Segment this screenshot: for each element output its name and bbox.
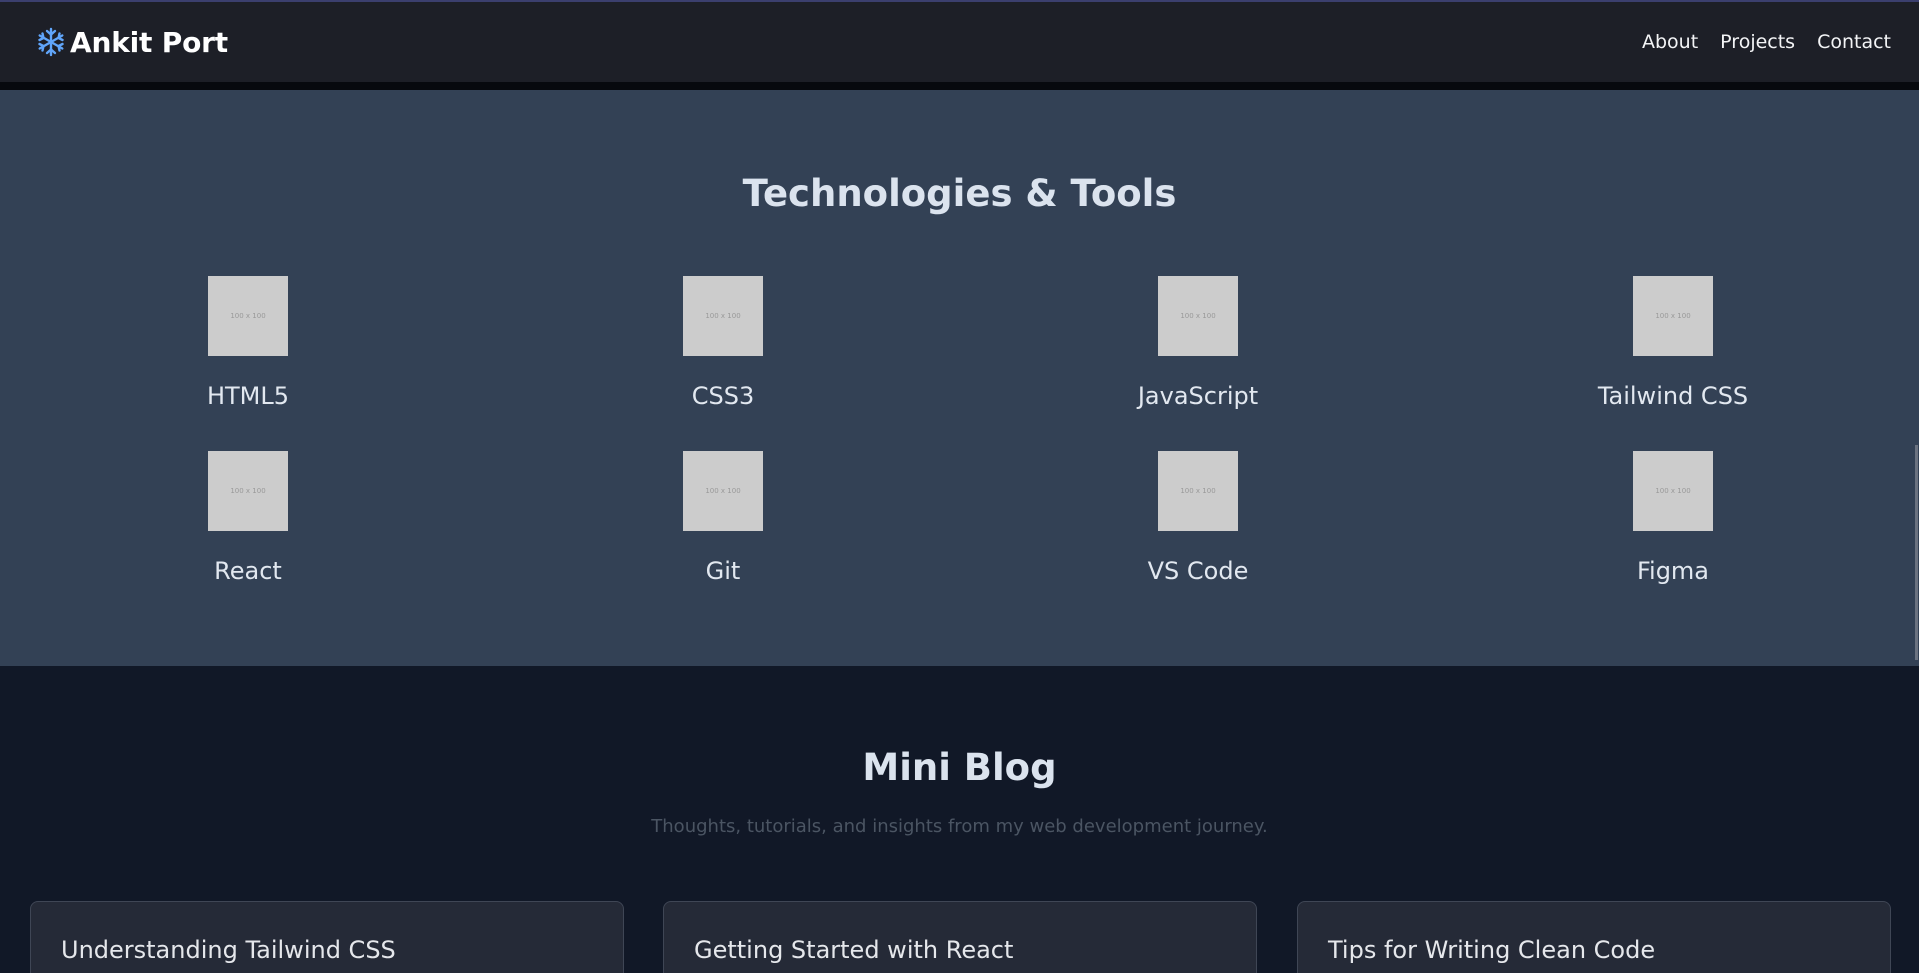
tech-item: 100 x 100 VS Code (1048, 451, 1348, 585)
tech-name: HTML5 (206, 382, 290, 410)
tech-logo-placeholder: 100 x 100 (683, 451, 763, 531)
tech-name: Figma (1636, 557, 1710, 585)
blog-card-title: Understanding Tailwind CSS (61, 936, 396, 964)
nav-link-projects[interactable]: Projects (1720, 31, 1795, 53)
tech-item: 100 x 100 Git (573, 451, 873, 585)
tech-name: Git (705, 557, 741, 585)
tech-name: VS Code (1147, 557, 1249, 585)
tech-logo-placeholder: 100 x 100 (1633, 451, 1713, 531)
snowflake-icon (36, 27, 66, 57)
tech-name: Tailwind CSS (1597, 382, 1749, 410)
scrollbar-thumb[interactable] (1915, 445, 1918, 660)
navbar: Ankit Port About Projects Contact (0, 2, 1919, 82)
blog-section-subtitle: Thoughts, tutorials, and insights from m… (651, 816, 1268, 837)
tech-section-title: Technologies & Tools (742, 172, 1177, 215)
blog-card[interactable]: Understanding Tailwind CSS (30, 901, 624, 973)
page: Ankit Port About Projects Contact Techno… (0, 0, 1919, 973)
tech-name: JavaScript (1137, 382, 1259, 410)
tech-section: Technologies & Tools 100 x 100 HTML5 100… (0, 90, 1919, 666)
blog-section: Mini Blog Thoughts, tutorials, and insig… (0, 666, 1919, 973)
blog-card[interactable]: Getting Started with React (663, 901, 1257, 973)
tech-logo-placeholder: 100 x 100 (1633, 276, 1713, 356)
tech-logo-placeholder: 100 x 100 (208, 451, 288, 531)
blog-card-title: Getting Started with React (694, 936, 1014, 964)
tech-item: 100 x 100 HTML5 (98, 276, 398, 410)
tech-item: 100 x 100 JavaScript (1048, 276, 1348, 410)
tech-name: React (214, 557, 282, 585)
tech-item: 100 x 100 Tailwind CSS (1523, 276, 1823, 410)
brand-name: Ankit Port (70, 25, 228, 59)
nav-link-about[interactable]: About (1642, 31, 1698, 53)
tech-logo-placeholder: 100 x 100 (683, 276, 763, 356)
tech-item: 100 x 100 CSS3 (573, 276, 873, 410)
navbar-shadow (0, 82, 1919, 90)
blog-section-title: Mini Blog (862, 746, 1057, 789)
blog-card[interactable]: Tips for Writing Clean Code (1297, 901, 1891, 973)
blog-card-title: Tips for Writing Clean Code (1328, 936, 1656, 964)
tech-logo-placeholder: 100 x 100 (208, 276, 288, 356)
tech-logo-placeholder: 100 x 100 (1158, 276, 1238, 356)
tech-item: 100 x 100 Figma (1523, 451, 1823, 585)
nav-link-contact[interactable]: Contact (1817, 31, 1891, 53)
tech-item: 100 x 100 React (98, 451, 398, 585)
tech-logo-placeholder: 100 x 100 (1158, 451, 1238, 531)
brand[interactable]: Ankit Port (36, 26, 228, 59)
nav-links: About Projects Contact (1642, 31, 1891, 53)
tech-name: CSS3 (691, 382, 755, 410)
